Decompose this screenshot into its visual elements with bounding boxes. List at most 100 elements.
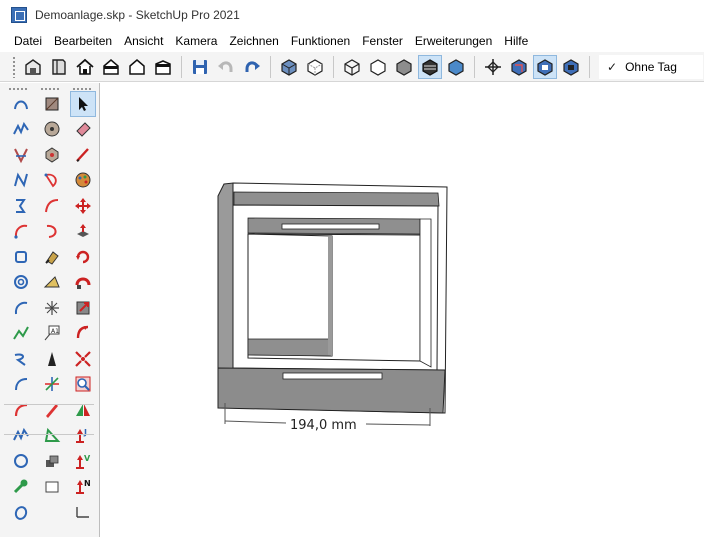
section-plane-icon[interactable] [481,55,505,79]
ellipse-icon[interactable] [8,499,34,525]
freehand-2-icon[interactable] [8,423,34,449]
zoom-window-icon[interactable] [70,372,96,398]
layers-stack-icon[interactable] [39,448,65,474]
monochrome-icon[interactable] [444,55,468,79]
scale-tool-icon[interactable] [70,295,96,321]
tag-check-icon: ✓ [607,59,618,74]
svg-text:J: J [83,428,87,437]
sketchup-logo-icon [11,7,27,23]
arc-pie-icon[interactable] [8,372,34,398]
text-tool-icon[interactable] [39,346,65,372]
display-section-fill-icon[interactable] [559,55,583,79]
menu-datei[interactable]: Datei [8,34,48,48]
display-section-cuts-icon[interactable] [533,54,557,79]
curve-icon[interactable] [8,168,34,194]
tool-palette: A1 J V N [0,83,100,537]
dimension-line-right [365,423,431,426]
tag-selector[interactable]: ✓ Ohne Tag [599,54,703,79]
front-view-icon[interactable] [99,55,123,79]
toolbar-grip[interactable] [12,55,16,78]
back-view-icon[interactable] [125,55,149,79]
svg-text:V: V [84,454,91,463]
menu-bearbeiten[interactable]: Bearbeiten [48,34,118,48]
pencil-icon[interactable] [39,397,65,423]
text-3d-icon[interactable]: A1 [39,321,65,347]
axes-icon[interactable] [39,295,65,321]
arc-2pt-red-icon[interactable] [39,193,65,219]
line-tool-icon[interactable] [70,142,96,168]
select-tool-icon[interactable] [70,91,96,117]
polygon-icon[interactable] [39,142,65,168]
protractor-icon[interactable] [39,270,65,296]
shaded-icon[interactable] [392,55,416,79]
freehand-icon[interactable] [8,117,34,143]
rectangle-rotated-icon[interactable] [39,91,65,117]
menu-fenster[interactable]: Fenster [356,34,409,48]
arc-3pt-icon[interactable] [8,295,34,321]
side-view-icon[interactable] [151,55,175,79]
tag-label: Ohne Tag [625,59,677,74]
wireframe-icon[interactable] [340,55,364,79]
menu-funktionen[interactable]: Funktionen [285,34,356,48]
menu-erweiterungen[interactable]: Erweiterungen [409,34,498,48]
left-compartment [247,233,333,357]
dimension-line-left [224,420,287,424]
dimension-tool-icon[interactable] [39,423,65,449]
menu-ansicht[interactable]: Ansicht [118,34,169,48]
axes-color-icon[interactable] [39,372,65,398]
rotate-tool-icon[interactable] [70,244,96,270]
cabinet-top-panel [233,191,440,207]
extension-book-icon[interactable] [47,55,71,79]
svg-text:N: N [84,479,91,488]
arc-2pt-icon[interactable] [8,91,34,117]
arc-3pt-red-icon[interactable] [39,219,65,245]
xray-icon[interactable] [277,55,301,79]
arc-icon[interactable] [8,219,34,245]
toolbar-separator [181,55,182,78]
menu-kamera[interactable]: Kamera [169,34,223,48]
redo-icon[interactable] [240,55,264,79]
model-viewport[interactable]: 194,0 mm [101,83,704,537]
toolbar-separator [333,55,334,78]
display-section-planes-icon[interactable] [507,55,531,79]
arc-red-icon[interactable] [8,397,34,423]
spiral-icon[interactable] [8,270,34,296]
home-view-icon[interactable] [73,55,97,79]
axis-v-icon[interactable]: V [70,448,96,474]
bezier-icon[interactable] [8,346,34,372]
dimension-label[interactable]: 194,0 mm [290,418,357,433]
arc-pie-red-icon[interactable] [39,168,65,194]
axis-n-icon[interactable]: N [70,474,96,500]
shaded-textures-icon[interactable] [418,54,442,79]
axis-j-icon[interactable]: J [70,423,96,449]
undo-icon[interactable] [214,55,238,79]
section-fill-icon[interactable] [70,397,96,423]
zoom-extents-icon[interactable] [70,346,96,372]
back-edges-icon[interactable] [303,55,327,79]
menu-zeichnen[interactable]: Zeichnen [223,34,284,48]
sandbox-icon[interactable] [8,142,34,168]
move-tool-icon[interactable] [70,193,96,219]
save-icon[interactable] [188,55,212,79]
offset-tool-icon[interactable] [70,321,96,347]
circle-tool-icon[interactable] [39,117,65,143]
paint-tool-icon[interactable] [70,168,96,194]
push-pull-icon[interactable] [70,219,96,245]
components-icon[interactable] [39,474,65,500]
palette-divider [4,404,94,405]
follow-me-icon[interactable] [70,270,96,296]
paint-bucket-icon[interactable] [39,244,65,270]
wrench-icon[interactable] [8,474,34,500]
toolbar-separator [474,55,475,78]
polyline-icon[interactable] [8,193,34,219]
menu-hilfe[interactable]: Hilfe [498,34,534,48]
palette-column-modify: J V N [70,91,96,525]
drawing-axes-icon[interactable] [70,499,96,525]
model-drawing: 194,0 mm [217,182,448,433]
eraser-icon[interactable] [70,117,96,143]
line-zigzag-icon[interactable] [8,321,34,347]
hidden-line-icon[interactable] [366,55,390,79]
warehouse-icon[interactable] [21,55,45,79]
circle-icon[interactable] [8,448,34,474]
rectangle-icon[interactable] [8,244,34,270]
